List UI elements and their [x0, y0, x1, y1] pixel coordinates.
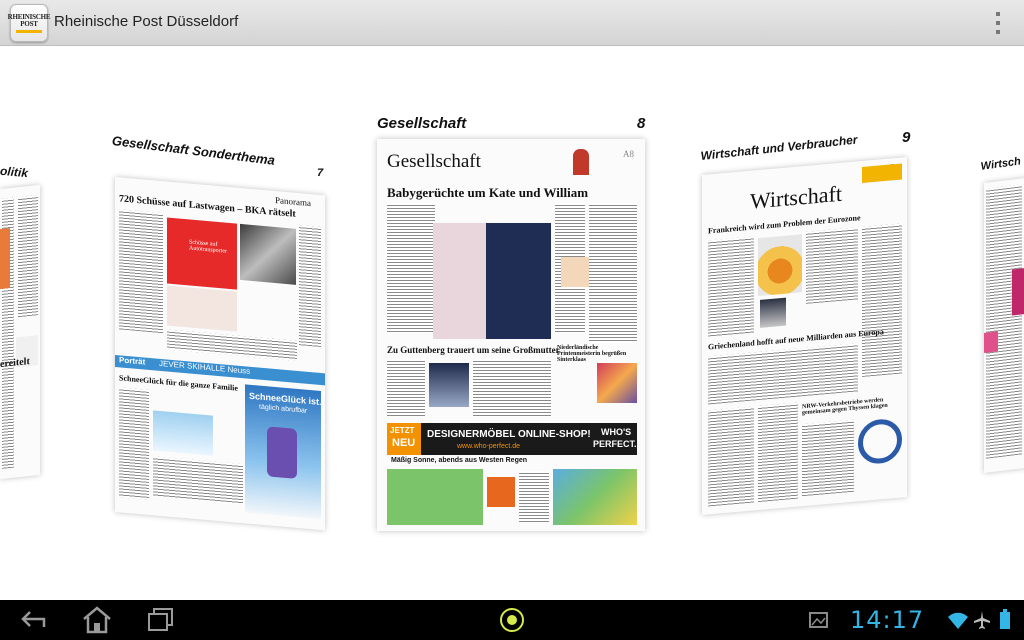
weather-map-right	[553, 469, 637, 525]
map-graphic	[167, 285, 237, 332]
ad-block: Schüsse auf Autotransporter	[167, 217, 237, 290]
photo	[240, 223, 296, 285]
overflow-menu-icon[interactable]	[992, 12, 1004, 34]
photo-ski	[153, 410, 213, 456]
page-masthead: Panorama	[275, 194, 311, 209]
promo-sub: täglich abrufbar	[259, 403, 308, 415]
page-number: 8	[637, 115, 646, 132]
strip-left: Porträt	[119, 355, 146, 367]
strip-right: JEVER SKIHALLE Neuss	[159, 358, 251, 376]
logo-graphic	[858, 417, 902, 466]
status-clock[interactable]: 14:17	[850, 606, 924, 634]
page-masthead: Wirtschaft	[750, 180, 842, 214]
page-thumbnail: Gesellschaft A8 Babygerüchte um Kate und…	[377, 139, 645, 531]
weather-ad	[487, 477, 515, 507]
page-card-7[interactable]: Gesellschaft Sonderthema 7 Panorama 720 …	[110, 127, 330, 531]
page-carousel[interactable]: olitik ereitelt Gesellschaft Sonderthema…	[0, 47, 1024, 600]
back-icon[interactable]	[16, 605, 50, 635]
page-card-9[interactable]: Wirtschaft und Verbraucher 9 B1 Wirtscha…	[700, 127, 915, 527]
page-code: A8	[623, 149, 634, 159]
screenshot-notification-icon[interactable]	[808, 605, 830, 635]
europe-map	[758, 234, 802, 297]
ad-headline: Schüsse auf Autotransporter	[189, 239, 227, 255]
page-headline-3: NRW-Verkehrsbetriebe werden gemeinsam ge…	[802, 397, 888, 417]
page-card-right-edge[interactable]: Wirtsch	[978, 155, 1024, 487]
page-thumbnail	[984, 177, 1024, 473]
app-logo-stripe	[16, 29, 42, 33]
action-bar: RHEINISCHE POST Rheinische Post Düsseldo…	[0, 0, 1024, 46]
ad-banner: JETZT NEU DESIGNERMÖBEL ONLINE-SHOP! www…	[387, 423, 637, 455]
page-masthead: Gesellschaft	[387, 151, 481, 172]
page-thumbnail: B1 Wirtschaft Frankreich wird zum Proble…	[702, 157, 907, 515]
page-number: 9	[902, 129, 911, 146]
photo-portrait	[760, 297, 786, 328]
page-thumbnail: Panorama 720 Schüsse auf Lastwagen – BKA…	[115, 177, 325, 531]
ad-brand-1: WHO'S	[601, 427, 632, 437]
page-card-8[interactable]: Gesellschaft 8 Gesellschaft A8 Babygerüc…	[377, 115, 647, 585]
system-navigation-bar: 14:17	[0, 600, 1024, 640]
side-headline: Niederländische Printenmeisterin begrüße…	[557, 345, 627, 363]
ad-url: www.who-perfect.de	[457, 443, 521, 450]
app-title: Rheinische Post Düsseldorf	[54, 13, 239, 30]
fragment-text: ereitelt	[0, 355, 30, 371]
ad-jetzt: JETZT	[390, 426, 415, 435]
recent-apps-icon[interactable]	[144, 605, 178, 635]
photo-portrait	[429, 363, 469, 407]
app-logo-line2: POST	[20, 19, 38, 28]
airplane-mode-icon[interactable]	[972, 605, 992, 635]
wifi-icon[interactable]	[946, 605, 970, 635]
ad-brand-2: PERFECT.	[593, 439, 637, 449]
page-section-title: Gesellschaft	[377, 115, 467, 132]
page-section-title: olitik	[0, 163, 29, 181]
photo-couple	[433, 223, 551, 339]
weather-map-left	[387, 469, 483, 525]
page-section-title: Wirtschaft und Verbraucher	[700, 132, 859, 163]
page-section-title: Wirtsch	[980, 155, 1022, 173]
page-section-title: Gesellschaft Sonderthema	[111, 133, 276, 168]
ad-neu: NEU	[392, 437, 416, 449]
page-thumbnail: ereitelt	[0, 184, 40, 480]
weather-headline: Mäßig Sonne, abends aus Westen Regen	[391, 457, 528, 464]
page-number: 7	[317, 167, 324, 179]
promo-block: SchneeGlück ist... täglich abrufbar	[245, 384, 325, 520]
app-logo-icon[interactable]: RHEINISCHE POST	[8, 4, 51, 42]
page-headline-2: Zu Guttenberg trauert um seine Großmutte…	[387, 345, 560, 355]
page-card-left-edge[interactable]: olitik ereitelt	[0, 47, 45, 497]
battery-icon[interactable]	[998, 605, 1012, 635]
home-icon[interactable]	[80, 605, 114, 635]
app-launcher-icon[interactable]	[497, 605, 527, 635]
ad-main: DESIGNERMÖBEL ONLINE-SHOP!	[427, 429, 591, 440]
page-headline: Babygerüchte um Kate und William	[387, 185, 589, 200]
